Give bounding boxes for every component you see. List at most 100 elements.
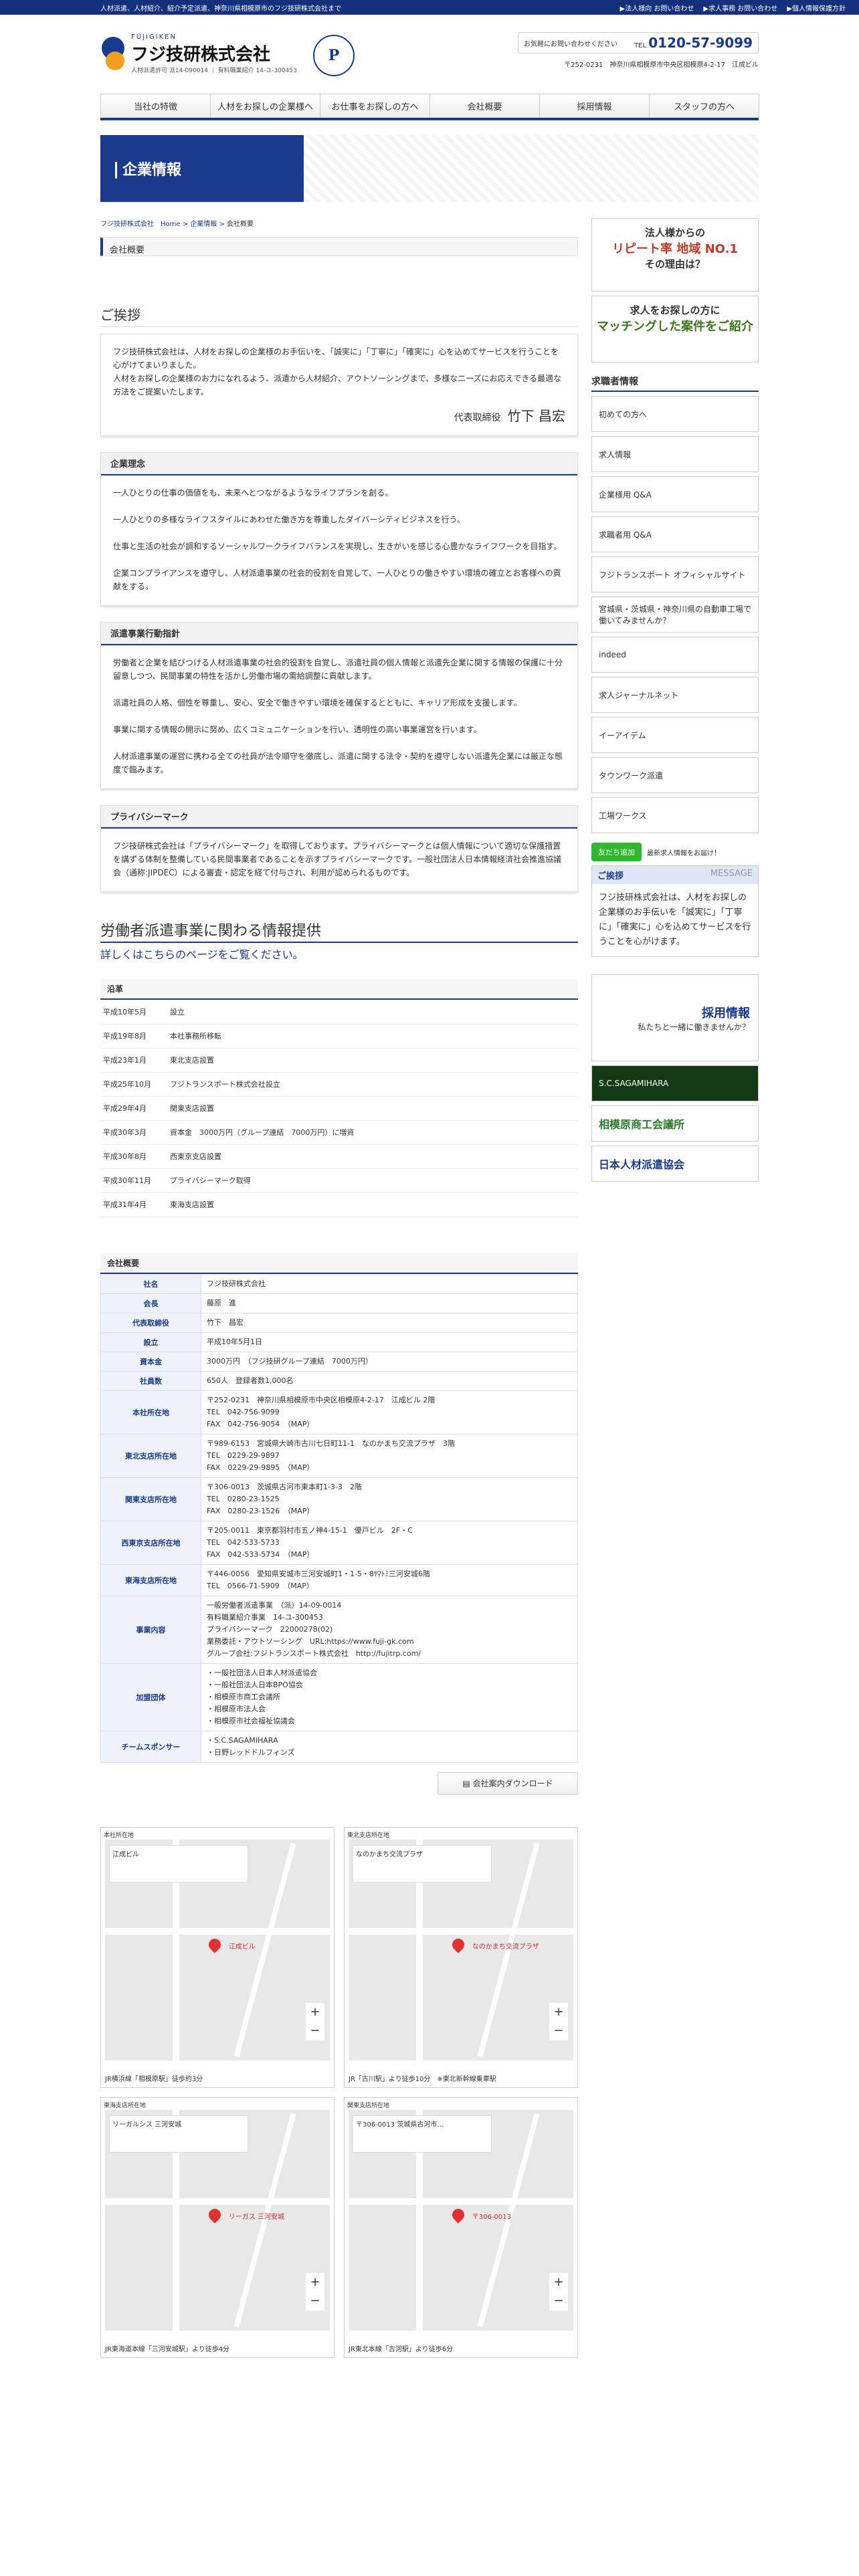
- repeat-banner[interactable]: 法人様からの リピート率 地域 NO.1 その理由は？: [591, 218, 759, 292]
- side-banner-item[interactable]: タウンワーク派遣: [591, 757, 759, 793]
- map-zoom-control[interactable]: + −: [549, 2272, 568, 2311]
- greeting-card: フジ技研株式会社は、人材をお探しの企業様のお手伝いを、「誠実に」「丁寧に」「確実…: [100, 334, 578, 436]
- nav-company-info[interactable]: 会社概要: [430, 94, 540, 118]
- map-view[interactable]: リーガルシス 三河安城 リーガス 三河安城 + −: [105, 2109, 330, 2331]
- side-banner-item[interactable]: イーアイデム: [591, 717, 759, 753]
- side-banner-item[interactable]: 企業様用 Q&A: [591, 476, 759, 512]
- top-link-privacy[interactable]: ▶個人情報保護方針: [787, 3, 846, 13]
- logo[interactable]: FUJIGIKEN フジ技研株式会社 人材派遣許可 派14-090014 ｜ 有…: [100, 33, 297, 74]
- side-banner-item[interactable]: indeed: [591, 637, 759, 673]
- company-value-line: ・相模原市社会福祉協議会: [207, 1716, 295, 1725]
- side-banner-item[interactable]: フジトランスポート オフィシャルサイト: [591, 556, 759, 593]
- map-card: 本社所在地 江成ビル 江成ビル + − JR横浜線「相模原駅」徒歩約3分: [100, 1826, 335, 2088]
- map-card: 東北支店所在地 なのかまち交流プラザ なのかまち交流プラザ + − JR「古川駅」より徒歩…: [344, 1826, 578, 2088]
- history-date: 平成30年11月: [100, 1168, 167, 1193]
- nav-jobseekers[interactable]: お仕事をお探しの方へ: [320, 94, 430, 118]
- history-event: 西東京支店設置: [167, 1144, 578, 1169]
- nav-companies[interactable]: 人材をお探しの企業様へ: [210, 94, 320, 118]
- side-banner-item[interactable]: 求人情報: [591, 436, 759, 472]
- map-view[interactable]: なのかまち交流プラザ なのかまち交流プラザ + −: [349, 1839, 573, 2060]
- company-value-line: ・日野レッドドルフィンズ: [207, 1747, 295, 1757]
- privacy-para: フジ技研株式会社は「プライバシーマーク」を取得しております。プライバシーマークと…: [113, 841, 562, 877]
- privacy-mark-letter: P: [328, 47, 340, 64]
- map-info-box[interactable]: 〒306-0013 茨城県古河市...: [353, 2115, 492, 2153]
- side-banner-item[interactable]: 宮城県・茨城県・神奈川県の自動車工場で働いてみませんか？: [591, 597, 759, 633]
- breadcrumb-home[interactable]: フジ技研株式会社 Home: [100, 221, 181, 228]
- map-caption: JR「古川駅」より徒歩10分 ※東北新幹線乗車駅: [349, 2075, 496, 2083]
- sidebar-message: ご挨拶 MESSAGE フジ技研株式会社は、人材をお探しの企業様のお手伝いを「誠…: [591, 865, 759, 957]
- company-row: 社名 フジ技研株式会社: [100, 1273, 578, 1294]
- map-card: 関東支店所在地 〒306-0013 茨城県古河市... 〒306-0013 + − JR東…: [344, 2097, 578, 2358]
- top-bar: 人材派遣、人材紹介、紹介予定派遣、神奈川県相模原市のフジ技研株式会社まで ▶法人…: [0, 0, 859, 15]
- sponsor-jassa[interactable]: 日本人材派遣協会: [591, 1146, 759, 1182]
- map-info-box[interactable]: 江成ビル: [109, 1844, 249, 1883]
- line-add-button[interactable]: 友だち追加: [591, 843, 642, 861]
- history-row: 平成19年8月 本社事務所移転: [100, 1024, 578, 1049]
- company-value-line: 〒989-6153 宮城県大崎市古川七日町11-1 なのかまち交流プラザ 3階: [207, 1438, 455, 1448]
- map-pin-icon[interactable]: [205, 2206, 223, 2224]
- company-row: 東北支店所在地 〒989-6153 宮城県大崎市古川七日町11-1 なのかまち交流…: [100, 1433, 578, 1478]
- philosophy-para: 仕事と生活の社会が調和するソーシャルワークライフバランスを実現し、生きがいを感じ…: [113, 542, 562, 551]
- company-value-line: 〒205-0011 東京都羽村市五ノ神4-15-1 優戸ビル 2F・C: [207, 1525, 413, 1535]
- side-banner-item[interactable]: 求人ジャーナルネット: [591, 677, 759, 713]
- matching-banner[interactable]: 求人をお探しの方に マッチングした案件をご紹介: [591, 296, 759, 362]
- company-key: 本社所在地: [100, 1390, 201, 1434]
- company-value-line: FAX 0229-29-9895 （MAP）: [207, 1463, 314, 1472]
- company-row: 資本金 3000万円 （フジ技研グループ連結 7000万円）: [100, 1351, 578, 1372]
- company-value-line: グループ会社:フジトランスポート株式会社 http://fujitrp.com/: [207, 1648, 421, 1658]
- company-value-line: TEL 0566-71-5909 （MAP）: [207, 1581, 314, 1590]
- history-date: 平成19年8月: [100, 1024, 167, 1049]
- company-value-line: FAX 0280-23-1526 （MAP）: [207, 1506, 314, 1515]
- nav-features[interactable]: 当社の特徴: [100, 94, 211, 118]
- sidebar-message-head: ご挨拶: [597, 871, 624, 881]
- map-zoom-control[interactable]: + −: [549, 2002, 568, 2040]
- recruit-banner[interactable]: 採用情報 私たちと一緒に働きませんか？: [591, 974, 759, 1061]
- map-pin-icon[interactable]: [205, 1936, 223, 1953]
- side-banner-label: 工場ワークス: [599, 811, 647, 821]
- labor-link[interactable]: 詳しくはこちらのページをご覧ください。: [100, 946, 578, 962]
- top-link-jobseeker[interactable]: ▶求人事務 お問い合わせ: [703, 3, 777, 13]
- company-value: 〒446-0056 愛知県安城市三河安城町1・1-5・8ﾔﾏﾄﾐ三河安城6階 TE…: [201, 1564, 578, 1596]
- company-key: 東北支店所在地: [100, 1433, 201, 1478]
- company-value-line: FAX 042-533-5734 （MAP）: [207, 1549, 314, 1559]
- sponsor-sc[interactable]: S.C.SAGAMIHARA: [591, 1065, 759, 1101]
- top-link-corporate[interactable]: ▶法人様向 お問い合わせ: [620, 3, 694, 13]
- map-zoom-control[interactable]: + −: [306, 2272, 324, 2311]
- header: FUJIGIKEN フジ技研株式会社 人材派遣許可 派14-090014 ｜ 有…: [100, 15, 759, 94]
- sponsor-chamber[interactable]: 相模原商工会議所: [591, 1105, 759, 1142]
- side-banner-item[interactable]: 工場ワークス: [591, 797, 759, 833]
- tel-number[interactable]: 0120-57-9099: [648, 35, 753, 51]
- company-value-line: 〒306-0013 茨城県古河市東本町1-3-3 2階: [207, 1482, 362, 1491]
- history-date: 平成31年4月: [100, 1192, 167, 1217]
- company-block: 会社概要 社名 フジ技研株式会社 会長 藤原 進代表取締役 竹下 昌宏 設立 平成10年5月…: [100, 1253, 578, 1763]
- logo-small: FUJIGIKEN: [131, 33, 177, 41]
- map-info-box[interactable]: なのかまち交流プラザ: [353, 1844, 492, 1883]
- map-pin-icon[interactable]: [449, 2206, 467, 2224]
- map-view[interactable]: 江成ビル 江成ビル + −: [105, 1839, 330, 2060]
- company-value-line: TEL 042-533-5733: [207, 1537, 280, 1547]
- top-bar-text: 人材派遣、人材紹介、紹介予定派遣、神奈川県相模原市のフジ技研株式会社まで: [100, 5, 341, 13]
- side-banner-item[interactable]: 求職者用 Q&A: [591, 516, 759, 552]
- map-view[interactable]: 〒306-0013 茨城県古河市... 〒306-0013 + −: [349, 2109, 573, 2331]
- nav-recruit[interactable]: 採用情報: [539, 94, 650, 118]
- map-zoom-control[interactable]: + −: [306, 2002, 324, 2040]
- guideline-para: 人材派遣事業の運営に携わる全ての社員が法令順守を徹底し、派遣に関する法令・契約を…: [113, 752, 563, 774]
- map-pin-icon[interactable]: [449, 1936, 467, 1953]
- side-banner-label: indeed: [599, 650, 626, 659]
- company-row: 加盟団体 ・一般社団法人日本人材派遣協会 ・一般社団法人日本BPO協会 ・相模原市商工…: [100, 1662, 578, 1731]
- guideline-para: 労働者と企業を結びつける人材派遣事業の社会的役割を自覚し、派遣社員の個人情報と派…: [113, 658, 563, 681]
- history-block: 沿革 平成10年5月 設立 平成19年8月 本社事務所移転 平成23年1月 東北支店設置平…: [100, 979, 578, 1217]
- side-banner-item[interactable]: 初めての方へ: [591, 396, 759, 432]
- download-button[interactable]: ▤ 会社案内ダウンロード: [438, 1772, 578, 1795]
- section-title: 会社概要: [100, 237, 578, 256]
- breadcrumb-current: 会社概要: [227, 221, 254, 228]
- map-info-text: リーガルシス 三河安城: [112, 2121, 182, 2129]
- map-info-box[interactable]: リーガルシス 三河安城: [109, 2115, 249, 2153]
- maps-grid: 本社所在地 江成ビル 江成ビル + − JR横浜線「相模原駅」徒歩約3分 東北支店所在地 なの…: [100, 1826, 578, 2358]
- company-row: 事業内容 一般労働者派遣事業 （派）14-09-0014 有料職業紹介事業 14-ユ…: [100, 1595, 578, 1664]
- contact-label: お気軽にお問い合わせください: [524, 40, 617, 48]
- company-value: 竹下 昌宏: [201, 1312, 578, 1333]
- breadcrumb-parent[interactable]: 企業情報: [190, 221, 217, 228]
- header-address: 〒252-0231 神奈川県相模原市中央区相模原4-2-17 江成ビル: [564, 62, 759, 69]
- nav-staff[interactable]: スタッフの方へ: [649, 94, 759, 118]
